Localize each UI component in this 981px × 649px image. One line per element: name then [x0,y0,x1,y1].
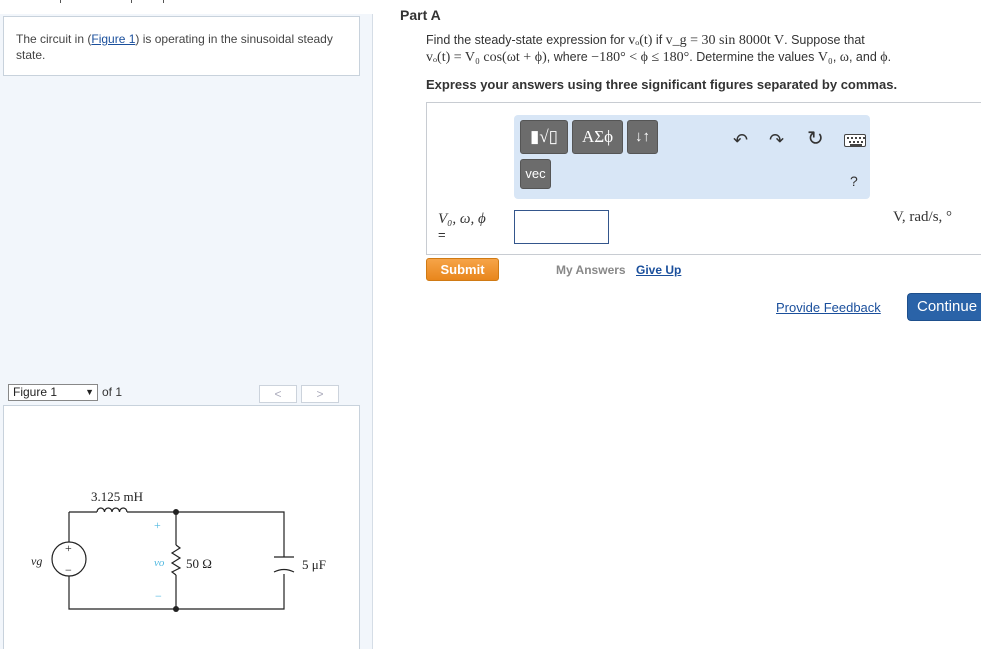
vector-button[interactable]: vec [520,159,551,189]
capacitor-label: 5 μF [302,557,326,572]
intro-box: The circuit in (Figure 1) is operating i… [3,16,360,76]
node-top [173,509,179,515]
math-toolbar: ▮√▯ ΑΣϕ ↓↑ vec ↶ ↷ ↻ ? [514,115,870,199]
resistor-label: 50 Ω [186,556,212,571]
source-plus: + [65,541,72,555]
figure-select-value: Figure 1 [13,385,58,399]
math-omega: ω [839,50,849,65]
problem-text: . Determine the values [689,50,818,64]
templates-button[interactable]: ▮√▯ [520,120,568,154]
submit-button[interactable]: Submit [426,258,499,281]
figure-nav-bar: Figure 1 ▼ of 1 < > [8,383,358,403]
redo-icon[interactable]: ↷ [769,131,784,149]
instruction: Express your answers using three signifi… [426,77,898,92]
figure-panel: 3.125 mH 50 Ω 5 μF vg + − vo + − [3,405,360,649]
part-title: Part A [400,7,441,23]
node-bottom [173,606,179,612]
give-up-link[interactable]: Give Up [636,263,681,277]
problem-statement: Find the steady-state expression for vₒ(… [426,32,976,66]
help-icon[interactable]: ? [850,172,858,190]
source-minus: − [65,563,72,577]
circuit-diagram: 3.125 mH 50 Ω 5 μF vg + − vo + − [31,489,326,612]
output-minus: − [155,589,162,603]
math-vo-expression: vₒ(t) = V₀ cos(ωt + ϕ) [426,50,547,65]
prev-figure-button[interactable]: < [259,385,297,403]
keyboard-icon[interactable] [844,134,866,147]
problem-text: Find the steady-state expression for [426,33,629,47]
math-phi: ϕ [880,50,888,65]
provide-feedback-link[interactable]: Provide Feedback [776,300,881,315]
problem-text: if [652,33,666,47]
math-vg: v_g = 30 sin 8000t V [665,33,785,48]
answer-units: V, rad/s, ° [893,209,953,225]
continue-button[interactable]: Continue [907,293,981,321]
left-pane: The circuit in (Figure 1) is operating i… [0,0,373,649]
problem-text: . [887,50,892,64]
source-label: vg [31,554,42,568]
subscript-superscript-button[interactable]: ↓↑ [627,120,658,154]
figure-count: of 1 [102,385,123,399]
answer-input[interactable] [514,210,609,244]
inductor-label: 3.125 mH [91,489,143,504]
math-v0: V₀ [817,50,833,65]
top-strip [0,0,373,14]
my-answers-link[interactable]: My Answers [556,263,626,277]
problem-text: , [832,50,840,64]
intro-text-before: The circuit in ( [16,32,92,46]
reset-icon[interactable]: ↻ [807,129,824,149]
equals-sign: = [438,227,446,242]
next-figure-button[interactable]: > [301,385,339,403]
dropdown-arrow-icon: ▼ [85,387,94,397]
undo-icon[interactable]: ↶ [733,131,748,149]
output-plus: + [154,518,161,532]
problem-text: , and [848,50,881,64]
math-vo-t: vₒ(t) [628,33,653,48]
answer-variables: V₀, ω, ϕ [438,211,486,227]
problem-text: . Suppose that [784,33,865,47]
answer-area: ▮√▯ ΑΣϕ ↓↑ vec ↶ ↷ ↻ ? V₀, ω, ϕ = V, rad… [426,102,981,255]
output-label: vo [154,557,165,569]
figure-select[interactable]: Figure 1 ▼ [8,384,98,401]
math-phi-range: −180° < ϕ ≤ 180° [591,50,690,65]
problem-text: , where [546,50,592,64]
figure-link[interactable]: Figure 1 [91,32,135,46]
symbols-button[interactable]: ΑΣϕ [572,120,623,154]
